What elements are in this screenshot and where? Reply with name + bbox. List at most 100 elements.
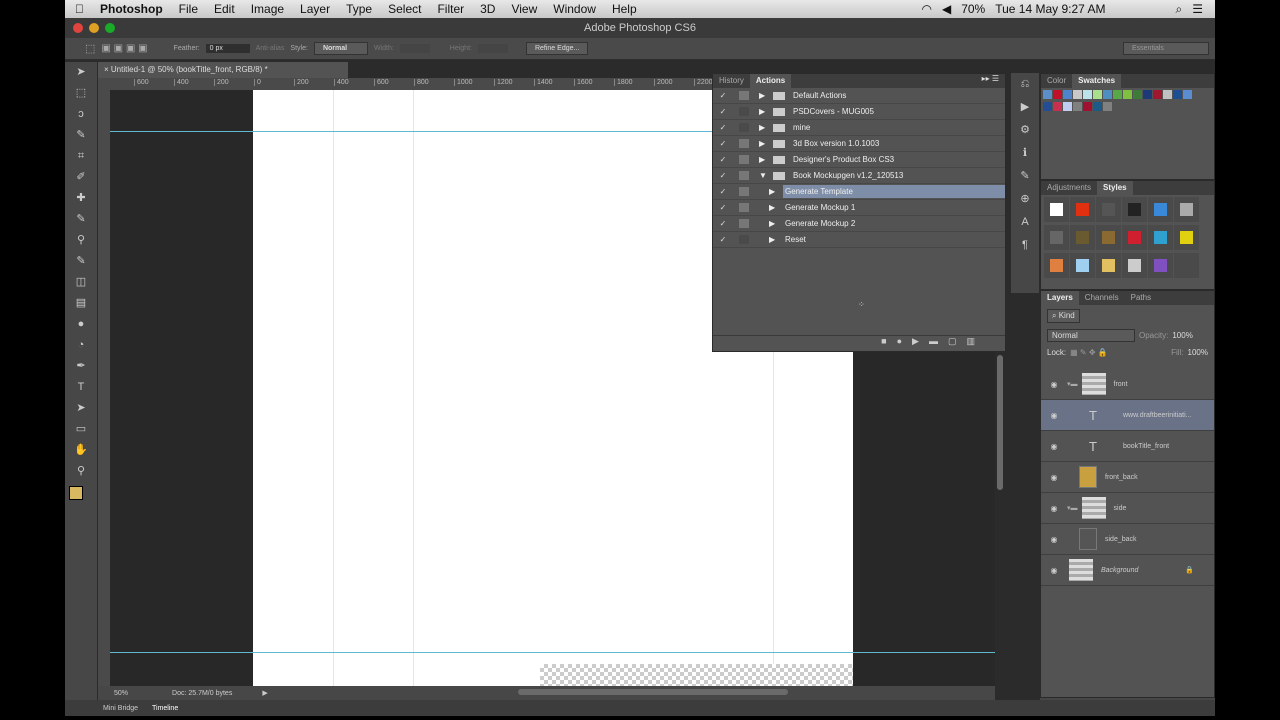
style-preset[interactable]: [1044, 197, 1069, 222]
layer-row[interactable]: ◉ Background 🔒: [1041, 555, 1214, 586]
chevron-right-icon[interactable]: ▶: [759, 139, 773, 148]
swatch[interactable]: [1053, 90, 1062, 99]
style-preset[interactable]: [1148, 197, 1173, 222]
style-preset[interactable]: [1096, 225, 1121, 250]
swatch[interactable]: [1043, 102, 1052, 111]
chevron-right-icon[interactable]: ▶: [769, 219, 783, 228]
actions-icon[interactable]: ▶: [1011, 96, 1039, 119]
record-icon[interactable]: ●: [897, 336, 912, 346]
action-row[interactable]: ✓ ▶ Default Actions: [713, 88, 1005, 104]
swatch[interactable]: [1103, 90, 1112, 99]
swatch[interactable]: [1143, 90, 1152, 99]
swatch[interactable]: [1093, 90, 1102, 99]
horizontal-scrollbar[interactable]: [518, 689, 788, 695]
layer-row[interactable]: ◉ ▾▬ side: [1041, 493, 1214, 524]
menu-filter[interactable]: Filter: [429, 2, 472, 16]
refine-edge-button[interactable]: Refine Edge...: [525, 42, 589, 55]
action-row[interactable]: ✓ ▶ Generate Mockup 1: [713, 200, 1005, 216]
chevron-right-icon[interactable]: ▶: [759, 155, 773, 164]
style-preset[interactable]: [1122, 197, 1147, 222]
panel-menu-icon[interactable]: ▸▸ ☰: [982, 74, 1005, 88]
check-icon[interactable]: ✓: [713, 171, 733, 180]
filter-kind-select[interactable]: ⌕ Kind: [1047, 309, 1080, 323]
marquee-tool-icon[interactable]: ⬚: [85, 42, 95, 55]
healing-tool-icon[interactable]: ✚: [65, 188, 97, 209]
tab-color[interactable]: Color: [1041, 74, 1072, 88]
history-brush-tool-icon[interactable]: ✎: [65, 251, 97, 272]
apple-icon[interactable]: : [65, 2, 94, 16]
clone-stamp-tool-icon[interactable]: ⚲: [65, 230, 97, 251]
trash-icon[interactable]: ▥: [966, 336, 985, 346]
selection-mode-icons[interactable]: ▣ ▣ ▣ ▣: [101, 43, 147, 54]
volume-icon[interactable]: ◀: [942, 2, 951, 16]
dialog-toggle[interactable]: [739, 107, 749, 116]
menu-help[interactable]: Help: [604, 2, 645, 16]
visibility-eye-icon[interactable]: ◉: [1041, 380, 1067, 389]
dialog-toggle[interactable]: [739, 139, 749, 148]
layer-row[interactable]: ◉ front_back: [1041, 462, 1214, 493]
hand-tool-icon[interactable]: ✋: [65, 440, 97, 461]
antialias-checkbox[interactable]: Anti-alias: [256, 45, 285, 52]
swatch[interactable]: [1083, 90, 1092, 99]
document-tab[interactable]: × Untitled-1 @ 50% (bookTitle_front, RGB…: [98, 62, 348, 78]
swatch[interactable]: [1113, 90, 1122, 99]
tab-history[interactable]: History: [713, 74, 750, 88]
swatch[interactable]: [1063, 90, 1072, 99]
swatch[interactable]: [1153, 90, 1162, 99]
action-row[interactable]: ✓ ▶ mine: [713, 120, 1005, 136]
quick-select-tool-icon[interactable]: ✎: [65, 125, 97, 146]
menu-view[interactable]: View: [503, 2, 545, 16]
check-icon[interactable]: ✓: [713, 235, 733, 244]
dialog-toggle[interactable]: [739, 219, 749, 228]
zoom-level[interactable]: 50%: [114, 690, 128, 697]
layer-row[interactable]: ◉ Twww.draftbeerinitiati...: [1041, 400, 1214, 431]
tab-adjustments[interactable]: Adjustments: [1041, 181, 1097, 195]
menu-type[interactable]: Type: [338, 2, 380, 16]
visibility-eye-icon[interactable]: ◉: [1041, 473, 1067, 482]
group-folder-icon[interactable]: ▾▬: [1067, 380, 1078, 388]
action-row[interactable]: ✓ ▶ Generate Template: [713, 184, 1005, 200]
action-row[interactable]: ✓ ▶ 3d Box version 1.0.1003: [713, 136, 1005, 152]
style-preset[interactable]: [1122, 253, 1147, 278]
chevron-right-icon[interactable]: ▶: [769, 203, 783, 212]
blur-tool-icon[interactable]: ●: [65, 314, 97, 335]
tab-timeline[interactable]: Timeline: [152, 705, 178, 712]
crop-tool-icon[interactable]: ⌗: [65, 146, 97, 167]
style-select[interactable]: Normal: [313, 42, 368, 55]
menu-layer[interactable]: Layer: [292, 2, 338, 16]
swatch[interactable]: [1103, 102, 1112, 111]
action-row[interactable]: ✓ ▶ PSDCovers - MUG005: [713, 104, 1005, 120]
chevron-right-icon[interactable]: ▶: [769, 235, 783, 244]
action-row[interactable]: ✓ ▶ Designer's Product Box CS3: [713, 152, 1005, 168]
menu-image[interactable]: Image: [243, 2, 292, 16]
chevron-right-icon[interactable]: ▶: [759, 123, 773, 132]
swatch[interactable]: [1093, 102, 1102, 111]
visibility-eye-icon[interactable]: ◉: [1041, 442, 1067, 451]
action-row[interactable]: ✓ ▶ Generate Mockup 2: [713, 216, 1005, 232]
tab-mini-bridge[interactable]: Mini Bridge: [103, 705, 138, 712]
fill-input[interactable]: 100%: [1188, 348, 1208, 357]
marquee-tool-icon[interactable]: ⬚: [65, 83, 97, 104]
menu-select[interactable]: Select: [380, 2, 429, 16]
style-preset[interactable]: [1096, 253, 1121, 278]
workspace-select[interactable]: Essentials: [1123, 42, 1209, 55]
properties-icon[interactable]: ⚙: [1011, 119, 1039, 142]
width-input[interactable]: [399, 44, 430, 53]
style-preset[interactable]: [1096, 197, 1121, 222]
swatch[interactable]: [1123, 90, 1132, 99]
dialog-toggle[interactable]: [739, 187, 749, 196]
new-set-icon[interactable]: ▬: [929, 336, 948, 346]
style-preset[interactable]: [1148, 253, 1173, 278]
feather-input[interactable]: 0 px: [205, 44, 250, 53]
path-select-tool-icon[interactable]: ➤: [65, 398, 97, 419]
dialog-toggle[interactable]: [739, 235, 749, 244]
style-preset[interactable]: [1044, 225, 1069, 250]
visibility-eye-icon[interactable]: ◉: [1041, 566, 1067, 575]
style-preset[interactable]: [1070, 197, 1095, 222]
style-preset[interactable]: [1174, 253, 1199, 278]
action-row[interactable]: ✓ ▼ Book Mockupgen v1.2_120513: [713, 168, 1005, 184]
move-tool-icon[interactable]: ➤: [65, 62, 97, 83]
info-icon[interactable]: ℹ: [1011, 142, 1039, 165]
notifications-icon[interactable]: ☰: [1192, 2, 1203, 16]
chevron-down-icon[interactable]: ▼: [759, 171, 773, 180]
